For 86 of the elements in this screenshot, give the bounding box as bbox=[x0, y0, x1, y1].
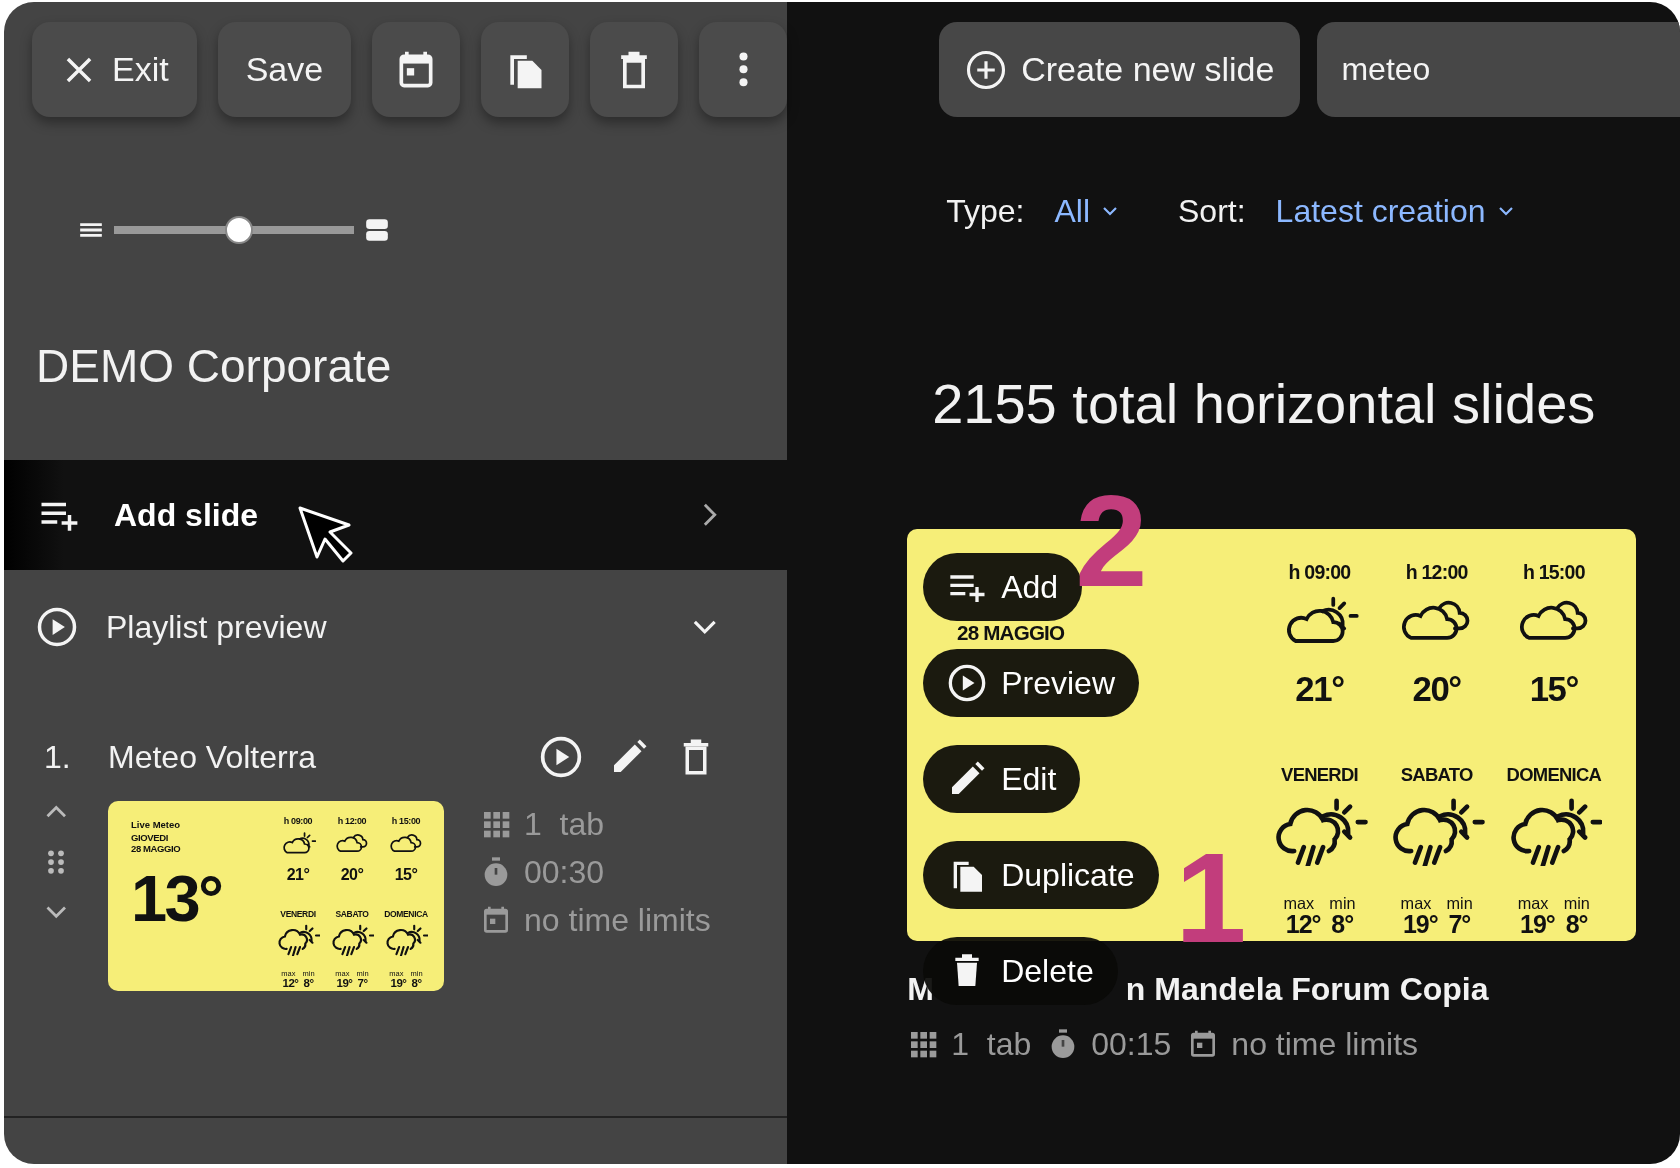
forecast-day: SABATO bbox=[335, 910, 369, 919]
playlist-preview-row[interactable]: Playlist preview bbox=[4, 570, 788, 684]
chevron-down-icon[interactable] bbox=[691, 618, 718, 635]
forecast-day: DOMENICA bbox=[384, 910, 428, 919]
forecast-day: VENERDI bbox=[1281, 765, 1358, 785]
max-temperature: 19° bbox=[390, 977, 407, 990]
max-label: max bbox=[1517, 894, 1549, 912]
max-label: max bbox=[1400, 894, 1432, 912]
min-temperature: 8° bbox=[411, 977, 422, 990]
min-temperature: 8° bbox=[1565, 912, 1588, 938]
forecast-temperature: 20° bbox=[1412, 672, 1461, 708]
current-temperature: 13° bbox=[131, 865, 222, 931]
forecast-temperature: 15° bbox=[394, 867, 418, 884]
trash-button[interactable] bbox=[590, 22, 679, 117]
edit-button[interactable]: Edit bbox=[923, 745, 1081, 814]
filter-label: Type: bbox=[946, 192, 1025, 231]
min-temperature: 8° bbox=[303, 977, 314, 990]
tab-count: 1 tab bbox=[524, 805, 605, 845]
day-text: GIOVEDI bbox=[131, 833, 168, 843]
slider-thumb[interactable] bbox=[224, 216, 253, 244]
forecast-temperature: 21° bbox=[286, 867, 310, 884]
forecast-hour: h 12:00 bbox=[337, 816, 367, 826]
preview-button[interactable]: Preview bbox=[923, 649, 1139, 718]
time-limits-text: no time limits bbox=[524, 901, 711, 941]
min-temperature: 7° bbox=[1448, 912, 1471, 938]
rain-cloud-icon bbox=[383, 924, 429, 957]
forecast-hour: h 09:00 bbox=[283, 816, 313, 826]
copy-button[interactable] bbox=[481, 22, 570, 117]
rain-cloud-icon bbox=[329, 924, 375, 957]
max-temperature: 12° bbox=[1285, 912, 1321, 938]
forecast-hour: h 15:00 bbox=[1522, 562, 1585, 583]
duration-text: 00:30 bbox=[524, 853, 605, 893]
save-button[interactable]: Save bbox=[217, 22, 352, 117]
annotation-number: 1 bbox=[1175, 847, 1247, 950]
forecast-hour: h 15:00 bbox=[391, 816, 421, 826]
play-icon[interactable] bbox=[539, 735, 584, 780]
search-field[interactable]: meteo bbox=[1317, 22, 1680, 117]
forecast-temperature: 15° bbox=[1529, 672, 1578, 708]
exit-button[interactable]: Exit bbox=[32, 22, 197, 117]
max-label: max bbox=[1283, 894, 1315, 912]
rain-cloud-icon bbox=[275, 924, 321, 957]
item-title: Meteo Volterra bbox=[108, 738, 318, 778]
caret-icon bbox=[1102, 206, 1118, 216]
max-temperature: 19° bbox=[1520, 912, 1555, 938]
slide-title: n Mandela Forum Copia bbox=[1125, 970, 1489, 1010]
brand-text: Live Meteo bbox=[131, 820, 181, 830]
forecast-hour: h 09:00 bbox=[1288, 562, 1351, 583]
caret-icon bbox=[1497, 206, 1514, 216]
time-limits-text: no time limits bbox=[1231, 1025, 1419, 1065]
play-icon bbox=[947, 663, 988, 704]
forecast-temperature: 21° bbox=[1295, 672, 1344, 708]
max-temperature: 19° bbox=[336, 977, 353, 990]
more-icon bbox=[737, 51, 749, 88]
max-temperature: 19° bbox=[1402, 912, 1438, 938]
duplicate-button[interactable]: Duplicate bbox=[923, 841, 1159, 910]
large-rows-icon[interactable] bbox=[364, 217, 390, 243]
forecast-day: DOMENICA bbox=[1506, 765, 1602, 785]
min-temperature: 7° bbox=[357, 977, 368, 990]
move-down-icon[interactable] bbox=[44, 904, 68, 919]
filter-dropdown[interactable]: Latest creation bbox=[1275, 187, 1514, 235]
more-button[interactable] bbox=[699, 22, 788, 117]
results-heading: 2155 total horizontal slides bbox=[932, 371, 1597, 437]
create-slide-button[interactable]: Create new slide bbox=[939, 22, 1301, 117]
min-label: min bbox=[1446, 894, 1473, 912]
plus-icon bbox=[965, 48, 1008, 91]
min-label: min bbox=[1329, 894, 1356, 912]
date-text: 28 MAGGIO bbox=[957, 623, 1065, 644]
filter-dropdown[interactable]: All bbox=[1054, 187, 1118, 235]
filter-label: Sort: bbox=[1178, 192, 1246, 231]
min-label: min bbox=[1563, 894, 1590, 912]
max-temperature: 12° bbox=[282, 977, 299, 990]
calendar-button[interactable] bbox=[372, 22, 461, 117]
forecast-hour: h 12:00 bbox=[1405, 562, 1468, 583]
tab-count: 1 tab bbox=[951, 1025, 1032, 1065]
move-up-icon[interactable] bbox=[44, 805, 68, 819]
date-text: 28 MAGGIO bbox=[131, 844, 181, 854]
forecast-day: SABATO bbox=[1400, 765, 1473, 785]
item-number: 1. bbox=[44, 738, 72, 778]
add-slide-row[interactable]: Add slide bbox=[4, 460, 788, 571]
chevron-right-icon bbox=[701, 502, 718, 528]
forecast-temperature: 20° bbox=[340, 867, 364, 884]
playlist-title: DEMO Corporate bbox=[36, 339, 393, 394]
forecast-day: VENERDI bbox=[280, 910, 316, 919]
play-icon bbox=[36, 605, 78, 648]
duration-text: 00:15 bbox=[1091, 1025, 1172, 1065]
min-temperature: 8° bbox=[1331, 912, 1354, 938]
